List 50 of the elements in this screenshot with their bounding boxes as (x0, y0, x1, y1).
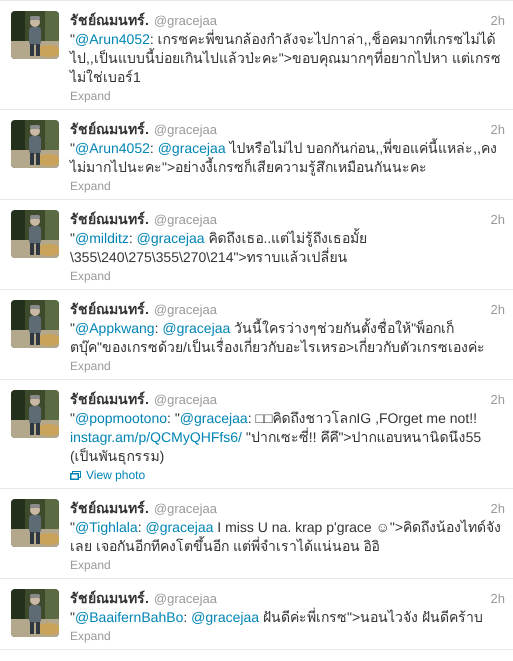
mention-link[interactable]: @gracejaa (146, 519, 214, 535)
mention-link[interactable]: @gracejaa (158, 140, 226, 156)
tweet-text: "@Appkwang: @gracejaa วันนี้ใครว่างๆช่วยกันตั้งชื่อให้"พ็อกเก็ตบุ๊ค"ของเกรซด้วย/เป็นเรื่องเกี่ยวกับอะไรเหรอ>เกี่ยวกับตัวเกรซเองค่ะ (70, 319, 486, 357)
mention-link[interactable]: @Appkwang (74, 320, 155, 336)
tweet-time[interactable]: 2h (490, 500, 505, 518)
tweet-time[interactable]: 2h (490, 391, 505, 409)
user-handle[interactable]: @gracejaa (154, 500, 217, 518)
expand-link[interactable]: Expand (70, 87, 111, 105)
user-name[interactable]: รัชย์ณมนทร์. (70, 11, 149, 29)
view-photo-link[interactable]: View photo (70, 466, 146, 484)
mention-link[interactable]: @Tighlala (74, 519, 138, 535)
tweet-time[interactable]: 2h (490, 12, 505, 30)
user-handle[interactable]: @gracejaa (154, 590, 217, 608)
user-handle[interactable]: @gracejaa (154, 301, 217, 319)
tweet-time[interactable]: 2h (490, 211, 505, 229)
expand-link[interactable]: Expand (70, 556, 111, 574)
mention-link[interactable]: @popmootono (74, 410, 168, 426)
tweet-time[interactable]: 2h (490, 590, 505, 608)
tweet-text: "@Tighlala: @gracejaa I miss U na. krap p'grace ☺">คิดถึงน้องไทด์จังเลย เจอกันอีกทีคงโตขึ้นอีก แต่พี่จำเราได้แน่นอน อิอิ (70, 518, 502, 556)
mention-link[interactable]: @gracejaa (162, 320, 230, 336)
user-name[interactable]: รัชย์ณมนทร์. (70, 589, 149, 607)
user-handle[interactable]: @gracejaa (154, 391, 217, 409)
mention-link[interactable]: @gracejaa (136, 230, 205, 246)
user-name[interactable]: รัชย์ณมนทร์. (70, 499, 149, 517)
tweet-text: "@milditz: @gracejaa คิดถึงเธอ..แต่ไม่รู้ถึงเธอมั้ย \355\240\275\355\270\214">ทราบแล้วเปลี่ยน (70, 229, 368, 267)
user-name[interactable]: รัชย์ณมนทร์. (70, 210, 149, 228)
mention-link[interactable]: @Arun4052 (74, 31, 150, 47)
mention-link[interactable]: @milditz (74, 230, 129, 246)
user-handle[interactable]: @gracejaa (154, 121, 217, 139)
photo-icon (70, 470, 81, 480)
expand-link[interactable]: Expand (70, 357, 111, 375)
expand-link[interactable]: Expand (70, 267, 111, 285)
tweet-text: "@Arun4052: เกรซคะพี่ขนกล้องกำลังจะไปกาล่า,,ช็อคมากที่เกรซไม่ได้ไป,,เป็นแบบนี้บ่อยเกินไปแล้วป่ะคะ">ขอบคุณมากๆที่อยากไปหา แต่เกรซไม่ใช่เบอร์1 (70, 30, 502, 87)
mention-link[interactable]: @gracejaa (180, 410, 248, 426)
mention-link[interactable]: @Arun4052 (74, 140, 150, 156)
tweet-text: "@popmootono: "@gracejaa: □□คิดถึงชาวโลกIG ,FOrget me not!! instagr.am/p/QCMyQHFfs6/ "ปากเซะซี่!! คึคึ">ปากแอบหนานิดนึง55 (เป็นพันธุกรรม) (70, 409, 482, 466)
mention-link[interactable]: @BaaifernBahBo (74, 609, 184, 625)
tweet-time[interactable]: 2h (490, 121, 505, 139)
user-name[interactable]: รัชย์ณมนทร์. (70, 300, 149, 318)
user-handle[interactable]: @gracejaa (154, 211, 217, 229)
user-name[interactable]: รัชย์ณมนทร์. (70, 390, 149, 408)
tweet-time[interactable]: 2h (490, 301, 505, 319)
tweet-text: "@BaaifernBahBo: @gracejaa ฝันดีค่ะพี่เกรซ">นอนไวจัง ฝันดีคร้าบ (70, 608, 484, 627)
tweet-text: "@Arun4052: @gracejaa ไปหรือไม่ไป บอกกันก่อน,,พี่ขอแค่นี้แหล่ะ,,คงไม่มากไปนะคะ">อย่างงี้เกรซก็เสียความรู้สึกเหมือนกันนะคะ (70, 139, 498, 177)
user-name[interactable]: รัชย์ณมนทร์. (70, 120, 149, 138)
expand-link[interactable]: Expand (70, 627, 111, 645)
user-handle[interactable]: @gracejaa (154, 12, 217, 30)
expand-link[interactable]: Expand (70, 177, 111, 195)
mention-link[interactable]: @gracejaa (191, 609, 260, 625)
url-link[interactable]: instagr.am/p/QCMyQHFfs6/ (70, 429, 242, 445)
